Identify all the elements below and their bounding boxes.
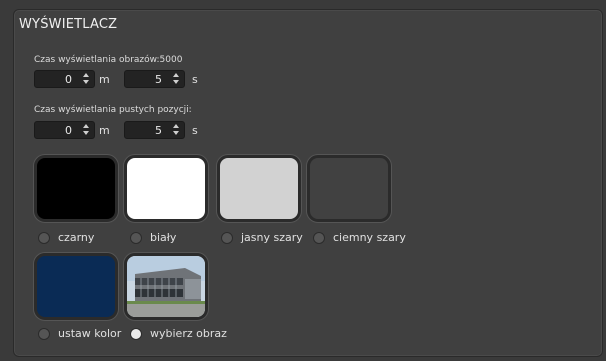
- section-title: WYŚWIETLACZ: [19, 17, 118, 32]
- radio-light-gray[interactable]: [221, 232, 233, 244]
- display-seconds-value: 5: [155, 73, 162, 86]
- swatch-custom-color[interactable]: [34, 253, 118, 320]
- spinner-arrows-icon[interactable]: [81, 123, 91, 137]
- spinner-arrows-icon[interactable]: [171, 123, 181, 137]
- radio-dark-gray-label: ciemny szary: [333, 231, 406, 244]
- radio-black-label: czarny: [58, 231, 95, 244]
- swatch-image[interactable]: [124, 253, 208, 320]
- radio-white-label: biały: [150, 231, 177, 244]
- seconds-unit: s: [192, 73, 198, 86]
- display-time-label: Czas wyświetlania obrazów:5000: [34, 55, 183, 65]
- swatch-light-gray[interactable]: [217, 155, 301, 222]
- radio-black[interactable]: [38, 232, 50, 244]
- radio-custom-color-label: ustaw kolor: [58, 327, 122, 340]
- empty-time-label: Czas wyświetlania pustych pozycji:: [34, 105, 192, 115]
- radio-white[interactable]: [130, 232, 142, 244]
- radio-light-gray-label: jasny szary: [241, 231, 303, 244]
- empty-seconds-value: 5: [155, 124, 162, 137]
- radio-image-label: wybierz obraz: [150, 327, 227, 340]
- minutes-unit: m: [99, 124, 110, 137]
- display-seconds-spinbox[interactable]: 5: [124, 70, 185, 88]
- empty-seconds-spinbox[interactable]: 5: [124, 121, 185, 139]
- swatch-white[interactable]: [124, 155, 208, 222]
- display-minutes-spinbox[interactable]: 0: [34, 70, 95, 88]
- building-photo-icon: [127, 256, 205, 317]
- seconds-unit: s: [192, 124, 198, 137]
- minutes-unit: m: [99, 73, 110, 86]
- radio-image[interactable]: [130, 328, 142, 340]
- radio-dark-gray[interactable]: [313, 232, 325, 244]
- display-minutes-value: 0: [65, 73, 72, 86]
- empty-minutes-spinbox[interactable]: 0: [34, 121, 95, 139]
- radio-custom-color[interactable]: [38, 328, 50, 340]
- swatch-dark-gray[interactable]: [307, 155, 391, 222]
- swatch-black[interactable]: [34, 155, 118, 222]
- spinner-arrows-icon[interactable]: [171, 72, 181, 86]
- empty-minutes-value: 0: [65, 124, 72, 137]
- spinner-arrows-icon[interactable]: [81, 72, 91, 86]
